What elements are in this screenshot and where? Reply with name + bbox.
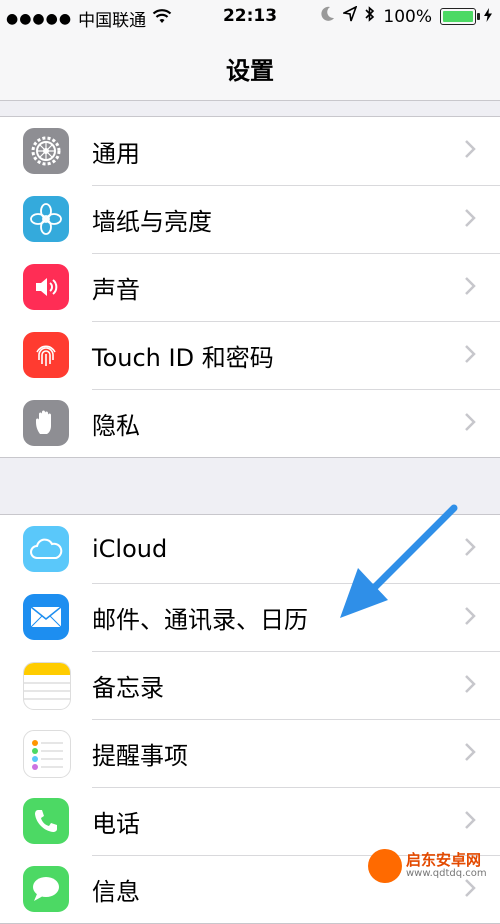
watermark-name: 启东安卓网 <box>406 850 482 869</box>
speaker-icon <box>23 264 69 310</box>
status-bar: ●●●●● 中国联通 22:13 100% <box>0 0 500 34</box>
charging-icon <box>484 7 492 27</box>
navigation-bar: 设置 <box>0 34 500 101</box>
settings-row-reminders[interactable]: 提醒事项 <box>0 719 500 787</box>
settings-row-label: 墙纸与亮度 <box>92 208 212 236</box>
settings-row-general[interactable]: 通用 <box>0 117 500 185</box>
page-title: 设置 <box>226 57 274 85</box>
settings-row-label: 邮件、通讯录、日历 <box>92 606 308 634</box>
chevron-right-icon <box>465 277 476 295</box>
chevron-right-icon <box>465 811 476 829</box>
notes-icon <box>23 662 71 710</box>
chevron-right-icon <box>465 743 476 761</box>
hand-icon <box>23 400 69 446</box>
watermark: 启东安卓网 www.qdtdq.com <box>368 846 498 886</box>
chevron-right-icon <box>465 675 476 693</box>
gear-icon <box>23 128 69 174</box>
messages-icon <box>23 866 69 912</box>
fingerprint-icon <box>23 332 69 378</box>
mail-icon <box>23 594 69 640</box>
settings-row-label: Touch ID 和密码 <box>92 344 274 372</box>
watermark-logo-icon <box>368 849 402 883</box>
annotation-arrow-icon <box>340 504 458 618</box>
cloud-icon <box>23 526 69 572</box>
status-right: 100% <box>321 5 492 27</box>
flower-icon <box>23 196 69 242</box>
settings-row-notes[interactable]: 备忘录 <box>0 651 500 719</box>
reminders-icon <box>23 730 71 778</box>
settings-row-label: 信息 <box>92 878 140 906</box>
settings-row-touch-id[interactable]: Touch ID 和密码 <box>0 321 500 389</box>
bluetooth-icon <box>365 6 375 27</box>
location-icon <box>341 5 358 27</box>
settings-row-label: iCloud <box>92 535 168 563</box>
watermark-url: www.qdtdq.com <box>406 867 487 879</box>
moon-icon <box>321 6 335 27</box>
settings-group-1: 通用 墙纸与亮度 声音 Touch ID 和密码 隐私 <box>0 116 500 458</box>
chevron-right-icon <box>465 345 476 363</box>
chevron-right-icon <box>465 413 476 431</box>
settings-row-wallpaper[interactable]: 墙纸与亮度 <box>0 185 500 253</box>
settings-row-label: 提醒事项 <box>92 742 188 770</box>
settings-row-label: 备忘录 <box>92 674 164 702</box>
settings-row-label: 通用 <box>92 139 140 168</box>
chevron-right-icon <box>465 209 476 227</box>
settings-row-label: 隐私 <box>92 412 140 440</box>
phone-icon <box>23 798 69 844</box>
settings-row-label: 电话 <box>92 810 140 838</box>
chevron-right-icon <box>465 140 476 158</box>
settings-row-label: 声音 <box>92 276 140 304</box>
settings-row-phone[interactable]: 电话 <box>0 787 500 855</box>
battery-percent: 100% <box>383 6 432 27</box>
battery-icon <box>440 8 480 25</box>
settings-row-sounds[interactable]: 声音 <box>0 253 500 321</box>
settings-row-privacy[interactable]: 隐私 <box>0 389 500 457</box>
